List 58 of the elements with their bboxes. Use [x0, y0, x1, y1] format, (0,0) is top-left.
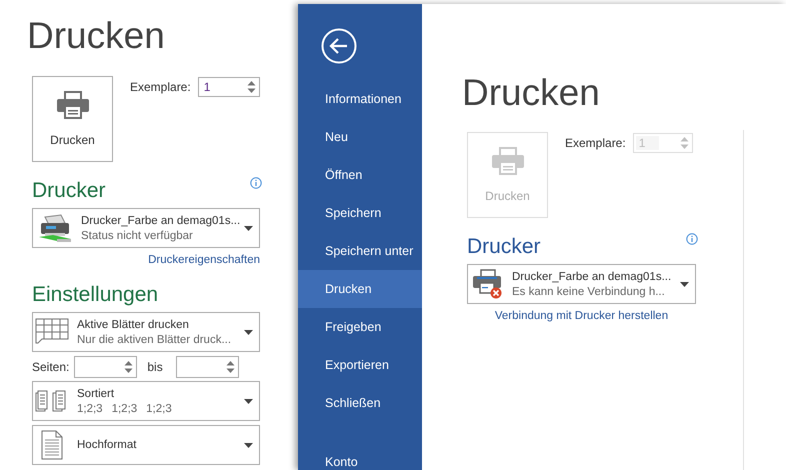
page-to-field[interactable]: [176, 356, 239, 378]
copies-field[interactable]: 1: [198, 77, 260, 97]
pages-to-label: bis: [147, 360, 163, 374]
caret-icon: [244, 226, 254, 230]
spin-arrows-icon: [680, 136, 689, 150]
printer-status: Es kann keine Verbindung h...: [512, 286, 666, 298]
page-title: Drucken: [462, 71, 600, 115]
option-title: Hochformat: [77, 439, 138, 451]
nav-item[interactable]: Konto: [298, 443, 422, 470]
copies-label: Exemplare:: [130, 80, 191, 94]
spin-arrows-icon: [246, 80, 256, 94]
nav-item[interactable]: Speichern unter: [298, 232, 422, 270]
section-heading: Drucker: [467, 234, 541, 260]
settings-dropdown[interactable]: Aktive Blätter drucken Nur die aktiven Blätter druck...: [32, 312, 260, 352]
printer-icon: [56, 91, 90, 119]
settings-dropdown[interactable]: Hochformat: [32, 425, 260, 465]
option-title: Sortiert: [77, 388, 116, 400]
nav-item[interactable]: Speichern: [298, 194, 422, 232]
printer-dropdown[interactable]: Drucker_Farbe an demag01s... Status nicht verfügbar: [32, 208, 260, 248]
nav-item[interactable]: Informationen: [298, 80, 422, 118]
nav-item[interactable]: Schließen: [298, 384, 422, 422]
copies-label: Exemplare:: [565, 136, 626, 150]
page-from-field[interactable]: [74, 356, 138, 378]
collation-order: 1;2;3: [77, 402, 103, 414]
nav-item[interactable]: Drucken: [298, 270, 422, 308]
caret-icon: [244, 398, 253, 404]
page-title: Drucken: [27, 14, 165, 58]
connect-printer-link[interactable]: Verbindung mit Drucker herstellen: [494, 308, 668, 324]
page-icon: [41, 430, 63, 460]
printer-name: Drucker_Farbe an demag01s...: [512, 270, 672, 282]
collation-order: 1;2;3: [112, 402, 138, 414]
caret-icon: [244, 330, 253, 334]
info-icon: [250, 177, 262, 189]
section-heading: Einstellungen: [32, 282, 160, 308]
printer-icon: [490, 147, 524, 175]
back-button[interactable]: [321, 28, 357, 64]
printer-error-icon: [472, 269, 504, 299]
printer-dropdown[interactable]: Drucker_Farbe an demag01s... Es kann keine Verbindung h...: [467, 264, 696, 304]
option-subtitle: Nur die aktiven Blätter druck...: [77, 334, 232, 346]
caret-icon: [680, 282, 689, 286]
collation-order: 1;2;3: [146, 402, 172, 414]
printer-icon: [37, 213, 73, 243]
section-heading: Drucker: [32, 178, 106, 204]
caret-icon: [244, 442, 253, 448]
spin-arrows-icon: [124, 360, 134, 374]
nav-item[interactable]: Freigeben: [298, 308, 422, 346]
option-title: Aktive Blätter drucken: [77, 318, 190, 330]
nav-item[interactable]: Öffnen: [298, 156, 422, 194]
print-button[interactable]: Drucken: [32, 76, 113, 162]
nav-item[interactable]: Neu: [298, 118, 422, 156]
pages-label: Seiten:: [32, 360, 70, 374]
settings-dropdown[interactable]: Sortiert 1;2;3 1;2;3 1;2;3: [32, 381, 260, 421]
spin-arrows-icon: [226, 360, 235, 374]
printer-status: Status nicht verfügbar: [81, 230, 194, 242]
printer-name: Drucker_Farbe an demag01s...: [81, 214, 240, 226]
printer-properties-link[interactable]: Druckereigenschaften: [148, 252, 260, 268]
nav-item[interactable]: Exportieren: [298, 346, 422, 384]
info-icon: [686, 233, 698, 245]
